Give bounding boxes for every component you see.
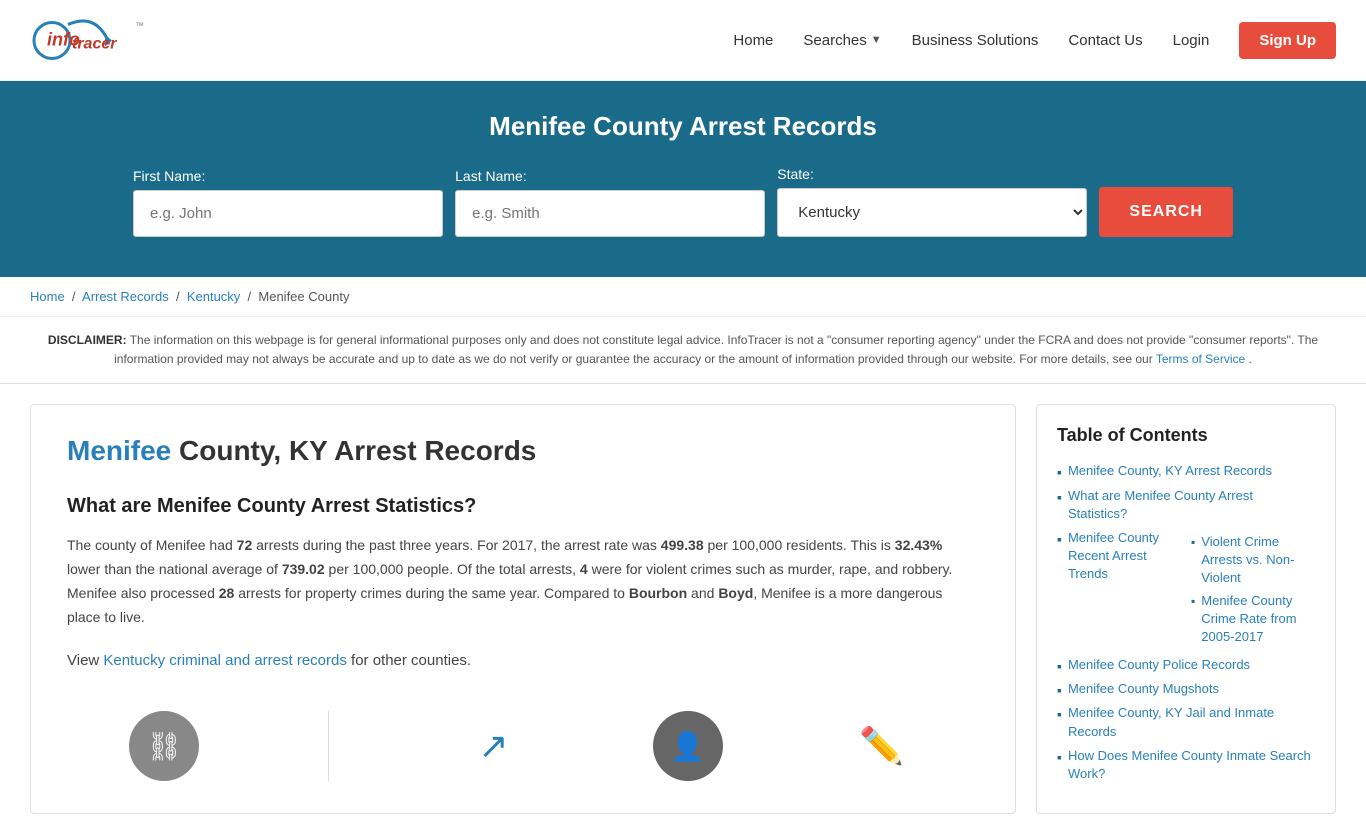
article-paragraph: The county of Menifee had 72 arrests dur… xyxy=(67,534,979,629)
nav-login[interactable]: Login xyxy=(1173,32,1210,49)
main-nav: Home Searches ▼ Business Solutions Conta… xyxy=(733,22,1336,59)
icon-pencil: ✏️ xyxy=(842,711,922,781)
toc-sub-link-2-1[interactable]: Menifee County Crime Rate from 2005-2017 xyxy=(1201,592,1315,647)
breadcrumb-home[interactable]: Home xyxy=(30,289,65,304)
toc-item-2: Menifee County Recent Arrest Trends Viol… xyxy=(1057,529,1315,650)
toc-item-1: What are Menifee County Arrest Statistic… xyxy=(1057,487,1315,523)
person-icon: 👤 xyxy=(653,711,723,781)
arrest-rate: 499.38 xyxy=(661,537,704,553)
last-name-label: Last Name: xyxy=(455,168,527,184)
toc-link-3[interactable]: Menifee County Police Records xyxy=(1068,656,1250,674)
toc-link-4[interactable]: Menifee County Mugshots xyxy=(1068,680,1219,698)
compare1: Bourbon xyxy=(629,585,687,601)
divider1 xyxy=(328,711,329,781)
nav-home[interactable]: Home xyxy=(733,32,773,49)
breadcrumb-menifee: Menifee County xyxy=(258,289,349,304)
lower-pct: 32.43% xyxy=(895,537,942,553)
searches-chevron-icon: ▼ xyxy=(871,34,882,46)
toc-container: Table of Contents Menifee County, KY Arr… xyxy=(1036,404,1336,814)
logo-area: info tracer ™ xyxy=(30,10,160,70)
nav-business-solutions[interactable]: Business Solutions xyxy=(912,32,1039,49)
breadcrumb-sep2: / xyxy=(172,289,186,304)
toc-link-2[interactable]: Menifee County Recent Arrest Trends xyxy=(1068,529,1169,584)
signup-button[interactable]: Sign Up xyxy=(1239,22,1336,59)
breadcrumb-sep3: / xyxy=(244,289,258,304)
toc-item-5: Menifee County, KY Jail and Inmate Recor… xyxy=(1057,704,1315,740)
state-select[interactable]: Kentucky Alabama Alaska Arizona Californ… xyxy=(777,188,1087,237)
main-content: Menifee County, KY Arrest Records What a… xyxy=(0,384,1366,834)
icon-person: 👤 xyxy=(648,711,728,781)
toc-link-1[interactable]: What are Menifee County Arrest Statistic… xyxy=(1068,487,1315,523)
view-link-paragraph: View Kentucky criminal and arrest record… xyxy=(67,648,979,674)
toc-link-6[interactable]: How Does Menifee County Inmate Search Wo… xyxy=(1068,747,1315,783)
toc-sub-item-2-0: Violent Crime Arrests vs. Non-Violent xyxy=(1191,533,1315,588)
icon-handcuffs: ⛓ xyxy=(124,711,204,781)
toc-item-0: Menifee County, KY Arrest Records xyxy=(1057,462,1315,480)
toc-sub-link-2-0[interactable]: Violent Crime Arrests vs. Non-Violent xyxy=(1201,533,1315,588)
disclaimer-text: The information on this webpage is for g… xyxy=(114,333,1318,366)
hero-section: Menifee County Arrest Records First Name… xyxy=(0,81,1366,277)
compare2: Boyd xyxy=(718,585,753,601)
breadcrumb: Home / Arrest Records / Kentucky / Menif… xyxy=(0,277,1366,317)
toc-list: Menifee County, KY Arrest Records What a… xyxy=(1057,462,1315,783)
toc-sublist-2: Violent Crime Arrests vs. Non-Violent Me… xyxy=(1191,533,1315,650)
toc-item-4: Menifee County Mugshots xyxy=(1057,680,1315,698)
view-text: View xyxy=(67,652,103,669)
handcuffs-icon: ⛓ xyxy=(129,711,199,781)
toc-title: Table of Contents xyxy=(1057,425,1315,446)
toc-item-6: How Does Menifee County Inmate Search Wo… xyxy=(1057,747,1315,783)
toc-item-3: Menifee County Police Records xyxy=(1057,656,1315,674)
article-title-rest: County, KY Arrest Records xyxy=(171,435,536,466)
national-avg: 739.02 xyxy=(282,561,325,577)
hero-title: Menifee County Arrest Records xyxy=(40,111,1326,142)
arrow-up-icon: ↗ xyxy=(458,711,528,781)
toc-link-5[interactable]: Menifee County, KY Jail and Inmate Recor… xyxy=(1068,704,1315,740)
svg-text:tracer: tracer xyxy=(72,36,117,53)
breadcrumb-sep1: / xyxy=(68,289,82,304)
article-h2: What are Menifee County Arrest Statistic… xyxy=(67,495,979,518)
last-name-group: Last Name: xyxy=(455,168,765,237)
article-title-highlight: Menifee xyxy=(67,435,171,466)
disclaimer-end: . xyxy=(1249,352,1252,366)
property-count: 28 xyxy=(219,585,235,601)
site-header: info tracer ™ Home Searches ▼ Business S… xyxy=(0,0,1366,81)
breadcrumb-arrest-records[interactable]: Arrest Records xyxy=(82,289,169,304)
search-button[interactable]: SEARCH xyxy=(1099,187,1233,237)
state-group: State: Kentucky Alabama Alaska Arizona C… xyxy=(777,166,1087,237)
article-title: Menifee County, KY Arrest Records xyxy=(67,435,979,467)
sidebar-toc: Table of Contents Menifee County, KY Arr… xyxy=(1036,404,1336,814)
icon-arrow-up: ↗ xyxy=(453,711,533,781)
nav-searches-wrapper[interactable]: Searches ▼ xyxy=(803,32,881,49)
kentucky-records-link[interactable]: Kentucky criminal and arrest records xyxy=(103,652,346,669)
toc-link-0[interactable]: Menifee County, KY Arrest Records xyxy=(1068,462,1272,480)
disclaimer-bar: DISCLAIMER: The information on this webp… xyxy=(0,317,1366,384)
violent-count: 4 xyxy=(580,561,588,577)
toc-sub-item-2-1: Menifee County Crime Rate from 2005-2017 xyxy=(1191,592,1315,647)
first-name-group: First Name: xyxy=(133,168,443,237)
logo-svg: info tracer ™ xyxy=(30,10,160,70)
nav-contact-us[interactable]: Contact Us xyxy=(1068,32,1142,49)
breadcrumb-kentucky[interactable]: Kentucky xyxy=(187,289,240,304)
search-form: First Name: Last Name: State: Kentucky A… xyxy=(133,166,1233,237)
state-label: State: xyxy=(777,166,814,182)
article: Menifee County, KY Arrest Records What a… xyxy=(30,404,1016,814)
terms-of-service-link[interactable]: Terms of Service xyxy=(1156,352,1245,366)
first-name-label: First Name: xyxy=(133,168,205,184)
arrests-count: 72 xyxy=(237,537,253,553)
view-suffix: for other counties. xyxy=(347,652,471,669)
svg-text:™: ™ xyxy=(135,21,144,31)
pencil-icon: ✏️ xyxy=(847,711,917,781)
disclaimer-label: DISCLAIMER: xyxy=(48,333,127,347)
last-name-input[interactable] xyxy=(455,190,765,237)
nav-searches[interactable]: Searches xyxy=(803,32,866,49)
first-name-input[interactable] xyxy=(133,190,443,237)
